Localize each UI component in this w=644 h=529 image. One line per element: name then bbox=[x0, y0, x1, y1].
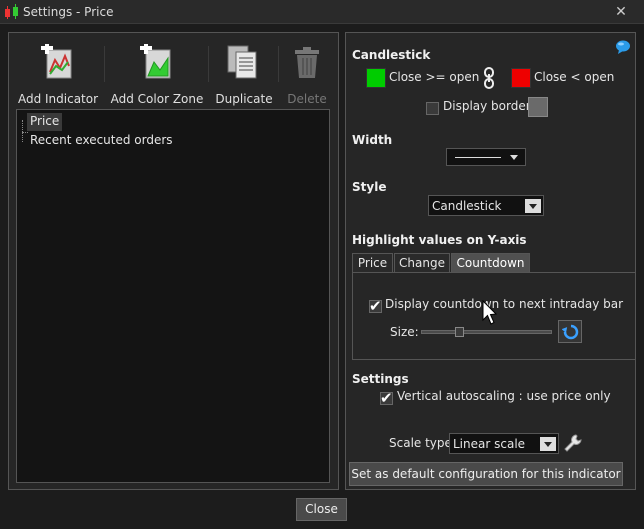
toolbar-separator bbox=[208, 46, 209, 82]
scale-type-select[interactable]: Linear scale bbox=[449, 433, 559, 454]
add-color-zone-button[interactable]: Add Color Zone bbox=[110, 42, 204, 106]
style-heading: Style bbox=[352, 180, 387, 194]
size-slider-track[interactable] bbox=[421, 330, 552, 334]
autoscaling-label: Vertical autoscaling : use price only bbox=[397, 389, 611, 403]
down-color-swatch[interactable] bbox=[511, 68, 531, 88]
link-chain-icon[interactable] bbox=[483, 67, 495, 89]
down-color-label: Close < open bbox=[534, 70, 615, 84]
up-color-swatch[interactable] bbox=[366, 68, 386, 88]
width-select[interactable] bbox=[446, 148, 526, 166]
delete-button[interactable]: Delete bbox=[282, 42, 332, 106]
tree-item-label: Price bbox=[30, 114, 60, 128]
size-label: Size: bbox=[390, 325, 419, 339]
close-button[interactable]: Close bbox=[296, 498, 347, 521]
display-border-checkbox[interactable] bbox=[426, 102, 439, 115]
style-select-value: Candlestick bbox=[432, 199, 502, 213]
mouse-cursor-icon bbox=[482, 299, 498, 326]
tree-item-recent-executed-orders[interactable]: Recent executed orders bbox=[27, 132, 176, 150]
checkmark-icon: ✔ bbox=[369, 297, 382, 315]
countdown-label: Display countdown to next intraday bar bbox=[385, 297, 624, 311]
toolbar-separator bbox=[104, 46, 105, 82]
add-color-zone-label: Add Color Zone bbox=[110, 92, 204, 106]
highlight-heading: Highlight values on Y-axis bbox=[352, 233, 527, 247]
title-bar: Settings - Price ✕ bbox=[0, 0, 644, 24]
chevron-down-icon bbox=[510, 155, 518, 160]
set-default-label: Set as default configuration for this in… bbox=[351, 467, 621, 481]
tab-change[interactable]: Change bbox=[394, 253, 450, 273]
duplicate-label: Duplicate bbox=[215, 92, 273, 106]
add-indicator-label: Add Indicator bbox=[17, 92, 99, 106]
autoscaling-checkbox[interactable]: ✔ bbox=[380, 389, 393, 407]
tab-change-label: Change bbox=[399, 256, 445, 270]
tab-price[interactable]: Price bbox=[352, 253, 393, 273]
delete-label: Delete bbox=[287, 92, 327, 106]
tab-countdown[interactable]: Countdown bbox=[451, 253, 530, 273]
tab-price-label: Price bbox=[357, 256, 388, 270]
close-window-icon[interactable]: ✕ bbox=[612, 3, 630, 21]
style-select[interactable]: Candlestick bbox=[428, 195, 544, 216]
tree-item-label: Recent executed orders bbox=[30, 133, 173, 147]
display-border-label: Display border bbox=[443, 99, 531, 113]
add-indicator-button[interactable]: Add Indicator bbox=[16, 42, 100, 106]
tree-line bbox=[22, 120, 23, 142]
size-slider-thumb[interactable] bbox=[455, 327, 464, 337]
wrench-icon[interactable] bbox=[564, 434, 582, 452]
tab-countdown-label: Countdown bbox=[456, 256, 525, 270]
line-width-preview bbox=[455, 157, 501, 158]
indicator-tree: Price Recent executed orders bbox=[16, 109, 330, 483]
trash-icon bbox=[291, 46, 323, 80]
duplicate-button[interactable]: Duplicate bbox=[212, 42, 276, 106]
scale-type-value: Linear scale bbox=[453, 437, 526, 451]
up-color-label: Close >= open bbox=[389, 70, 480, 84]
add-color-zone-icon bbox=[140, 42, 174, 80]
countdown-checkbox[interactable]: ✔ bbox=[369, 297, 382, 315]
set-default-button[interactable]: Set as default configuration for this in… bbox=[349, 462, 623, 486]
toolbar-separator bbox=[278, 46, 279, 82]
close-button-label: Close bbox=[305, 502, 338, 516]
app-candle-icon bbox=[4, 4, 20, 20]
tree-item-price[interactable]: Price bbox=[27, 113, 63, 131]
candlestick-heading: Candlestick bbox=[352, 48, 431, 62]
help-bubble-icon[interactable] bbox=[615, 40, 631, 54]
duplicate-icon bbox=[226, 44, 260, 80]
scale-type-label: Scale type bbox=[389, 436, 452, 450]
refresh-icon bbox=[561, 323, 580, 341]
chevron-down-icon bbox=[525, 199, 541, 213]
window-title: Settings - Price bbox=[23, 5, 114, 19]
chevron-down-icon bbox=[540, 437, 556, 451]
add-indicator-icon bbox=[41, 42, 75, 80]
width-heading: Width bbox=[352, 133, 393, 147]
border-color-swatch[interactable] bbox=[528, 97, 548, 117]
settings-heading: Settings bbox=[352, 372, 409, 386]
reset-size-button[interactable] bbox=[558, 320, 582, 343]
checkmark-icon: ✔ bbox=[380, 389, 393, 407]
